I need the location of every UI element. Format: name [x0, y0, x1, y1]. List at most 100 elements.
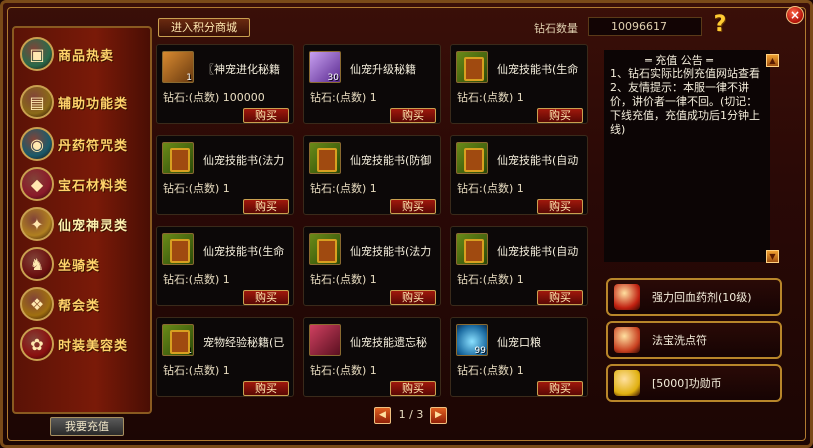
item-name: 仙宠技能书(生命 — [203, 245, 285, 258]
product-card: 仙宠技能遗忘秘钻石:(点数) 1 购买 — [303, 317, 441, 397]
buy-button[interactable]: 购买 — [537, 108, 583, 123]
buy-button[interactable]: 购买 — [243, 108, 289, 123]
product-card: 仙宠技能书(生命钻石:(点数) 1 购买 — [450, 44, 588, 124]
item-name: 宠物经验秘籍(已 — [203, 336, 285, 349]
item-price: 钻石:(点数) 1 — [457, 91, 524, 104]
sidebar-category-label: 商品热卖 — [58, 48, 115, 64]
promo-item-label: 法宝洗点符 — [652, 334, 707, 347]
product-card: 1 宠物经验秘籍(已钻石:(点数) 1 购买 — [156, 317, 294, 397]
item-icon[interactable]: 1 — [162, 51, 194, 83]
item-name: 仙宠升级秘籍 — [350, 63, 416, 76]
product-card: 仙宠技能书(生命钻石:(点数) 1 购买 — [156, 226, 294, 306]
buy-button[interactable]: 购买 — [390, 381, 436, 396]
promo-item[interactable]: [5000]功勋币 — [606, 364, 782, 402]
item-name: 仙宠口粮 — [497, 336, 541, 349]
buy-button[interactable]: 购买 — [390, 290, 436, 305]
promo-item-icon — [614, 370, 640, 396]
product-card: 仙宠技能书(自动钻石:(点数) 1 购买 — [450, 135, 588, 215]
item-icon[interactable] — [162, 233, 194, 265]
promo-item-label: 强力回血药剂(10级) — [652, 291, 752, 304]
item-price: 钻石:(点数) 1 — [163, 182, 230, 195]
sidebar-category-3[interactable]: ◆ 宝石材料类 — [20, 166, 148, 202]
prev-page-button[interactable]: ◀ — [374, 407, 391, 424]
item-price: 钻石:(点数) 1 — [310, 91, 377, 104]
item-price: 钻石:(点数) 1 — [310, 273, 377, 286]
chest-icon: ▣ — [20, 37, 54, 71]
help-icon[interactable]: ? — [706, 12, 734, 37]
item-name: 〖神宠进化秘籍 — [203, 63, 280, 76]
buy-button[interactable]: 购买 — [243, 199, 289, 214]
item-quantity: 30 — [327, 73, 339, 83]
sidebar-category-2[interactable]: ◉ 丹药符咒类 — [20, 126, 148, 162]
promo-item-icon — [614, 284, 640, 310]
item-price: 钻石:(点数) 1 — [163, 364, 230, 377]
sidebar-category-6[interactable]: ❖ 帮会类 — [20, 286, 148, 322]
buy-button[interactable]: 购买 — [390, 108, 436, 123]
sidebar-category-label: 仙宠神灵类 — [58, 218, 129, 234]
sidebar-category-label: 丹药符咒类 — [58, 138, 129, 154]
buy-button[interactable]: 购买 — [537, 381, 583, 396]
item-icon[interactable]: 30 — [309, 51, 341, 83]
sidebar-category-label: 帮会类 — [58, 298, 101, 314]
book-icon: ▤ — [20, 85, 54, 119]
pagination: ◀ 1 / 3 ▶ — [374, 407, 448, 424]
item-icon[interactable]: 1 — [162, 324, 194, 356]
item-icon[interactable] — [309, 142, 341, 174]
product-card: 仙宠技能书(法力 钻石:(点数) 1 购买 — [156, 135, 294, 215]
promo-item-icon — [614, 327, 640, 353]
product-card: 1 〖神宠进化秘籍 钻石:(点数) 100000 购买 — [156, 44, 294, 124]
item-name: 仙宠技能书(生命 — [497, 63, 579, 76]
buy-button[interactable]: 购买 — [537, 199, 583, 214]
product-card: 仙宠技能书(法力 钻石:(点数) 1 购买 — [303, 226, 441, 306]
close-button[interactable]: × — [786, 6, 804, 24]
sidebar-category-0[interactable]: ▣ 商品热卖 — [20, 36, 148, 72]
item-name: 仙宠技能遗忘秘 — [350, 336, 427, 349]
product-card: 99 仙宠口粮钻石:(点数) 1 购买 — [450, 317, 588, 397]
scroll-down-button[interactable]: ▼ — [766, 250, 779, 263]
sidebar-category-label: 辅助功能类 — [58, 96, 129, 112]
gem-icon: ◆ — [20, 167, 54, 201]
item-icon[interactable] — [309, 233, 341, 265]
item-quantity: 1 — [186, 346, 192, 356]
buy-button[interactable]: 购买 — [243, 290, 289, 305]
item-price: 钻石:(点数) 1 — [457, 364, 524, 377]
item-name: 仙宠技能书(自动 — [497, 245, 579, 258]
product-card: 仙宠技能书(防御 钻石:(点数) 1 购买 — [303, 135, 441, 215]
buy-button[interactable]: 购买 — [537, 290, 583, 305]
sidebar-category-1[interactable]: ▤ 辅助功能类 — [20, 84, 148, 120]
pet-icon: ✦ — [20, 207, 54, 241]
sidebar-category-label: 时装美容类 — [58, 338, 129, 354]
sidebar-category-7[interactable]: ✿ 时装美容类 — [20, 326, 148, 362]
gem-count-label: 钻石数量 — [534, 22, 578, 35]
item-quantity: 99 — [474, 346, 486, 356]
recharge-button[interactable]: 我要充值 — [50, 417, 124, 436]
fashion-icon: ✿ — [20, 327, 54, 361]
item-icon[interactable]: 99 — [456, 324, 488, 356]
item-icon[interactable] — [456, 233, 488, 265]
points-mall-button[interactable]: 进入积分商城 — [158, 18, 250, 37]
scroll-up-button[interactable]: ▲ — [766, 54, 779, 67]
item-icon[interactable] — [309, 324, 341, 356]
buy-button[interactable]: 购买 — [390, 199, 436, 214]
item-price: 钻石:(点数) 1 — [457, 273, 524, 286]
item-icon[interactable] — [162, 142, 194, 174]
item-icon[interactable] — [456, 51, 488, 83]
promo-item[interactable]: 法宝洗点符 — [606, 321, 782, 359]
item-price: 钻石:(点数) 1 — [457, 182, 524, 195]
buy-button[interactable]: 购买 — [243, 381, 289, 396]
item-icon[interactable] — [456, 142, 488, 174]
item-name: 仙宠技能书(自动 — [497, 154, 579, 167]
promo-item-label: [5000]功勋币 — [652, 377, 722, 390]
item-price: 钻石:(点数) 1 — [163, 273, 230, 286]
item-price: 钻石:(点数) 1 — [310, 364, 377, 377]
sidebar-category-5[interactable]: ♞ 坐骑类 — [20, 246, 148, 282]
product-grid: 1 〖神宠进化秘籍 钻石:(点数) 100000 购买 30 仙宠升级秘籍 钻石:(点数) … — [156, 44, 592, 402]
item-quantity: 1 — [186, 73, 192, 83]
mount-icon: ♞ — [20, 247, 54, 281]
next-page-button[interactable]: ▶ — [430, 407, 447, 424]
sidebar-category-4[interactable]: ✦ 仙宠神灵类 — [20, 206, 148, 242]
item-price: 钻石:(点数) 1 — [310, 182, 377, 195]
gem-count-value: 10096617 — [588, 17, 702, 36]
product-card: 30 仙宠升级秘籍钻石:(点数) 1 购买 — [303, 44, 441, 124]
promo-item[interactable]: 强力回血药剂(10级) — [606, 278, 782, 316]
